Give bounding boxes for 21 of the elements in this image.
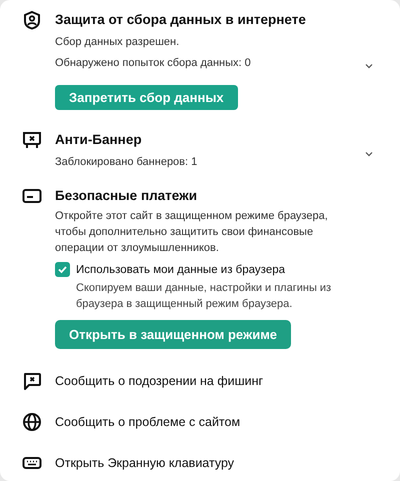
- chat-cross-icon: [22, 371, 42, 391]
- option-hint: Скопируем ваши данные, настройки и плагины из браузера в защищенный режим браузера.: [76, 281, 332, 312]
- chevron-icon[interactable]: [364, 149, 374, 159]
- globe-icon: [22, 412, 42, 432]
- card-icon: [22, 186, 42, 206]
- checkbox-label: Использовать мои данные из браузера: [76, 264, 286, 276]
- shield-person-icon: [22, 10, 42, 30]
- section-title: Анти-Баннер: [55, 131, 143, 149]
- section-title: Защита от сбора данных в интернете: [55, 11, 307, 29]
- status-text: Обнаружено попыток сбора данных: 0: [55, 56, 252, 71]
- check-icon: [57, 264, 68, 275]
- action-link[interactable]: Открыть Экранную клавиатуру: [55, 456, 234, 470]
- status-text: Заблокировано баннеров: 1: [55, 155, 198, 170]
- chevron-icon[interactable]: [364, 61, 374, 71]
- section-description: Откройте этот сайт в защищенном режиме браузера, чтобы дополнительно защитить свои финансовые операции от злоумышленников.: [55, 209, 329, 256]
- section-title: Безопасные платежи: [55, 187, 198, 205]
- action-link[interactable]: Сообщить о проблеме с сайтом: [55, 415, 240, 429]
- board-icon: [22, 130, 42, 150]
- checkbox[interactable]: [55, 262, 70, 277]
- action-link[interactable]: Сообщить о подозрении на фишинг: [55, 374, 264, 388]
- status-text: Сбор данных разрешен.: [55, 35, 180, 50]
